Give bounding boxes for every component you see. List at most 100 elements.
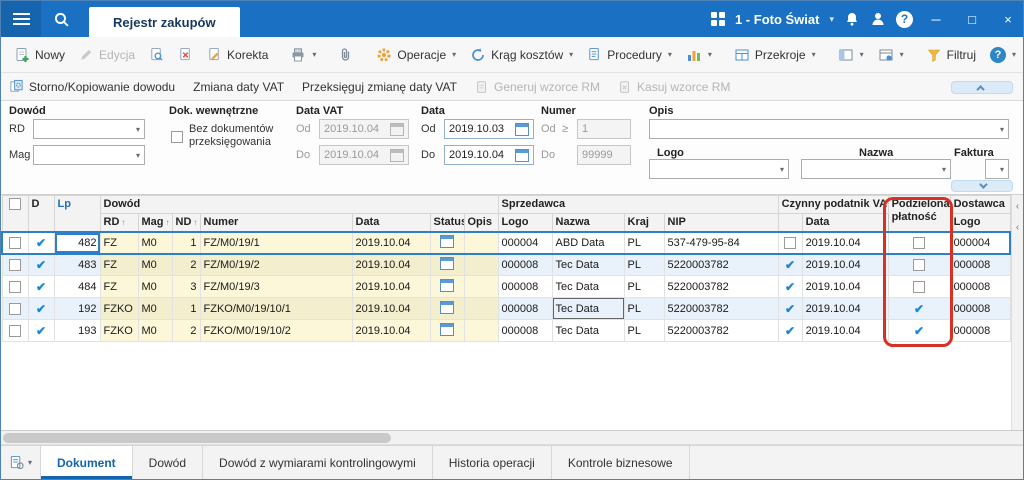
cell-dost-logo[interactable]: 000008 xyxy=(949,275,1011,298)
cell-vat[interactable]: ✔ xyxy=(777,319,803,342)
bottom-tab-dokument[interactable]: Dokument xyxy=(41,446,133,479)
cell-vat-data[interactable]: 2019.10.04 xyxy=(801,297,889,320)
bottom-tab-kontrole-biznesowe[interactable]: Kontrole biznesowe xyxy=(552,446,690,479)
group-header-dostawca[interactable]: Dostawca xyxy=(949,195,1011,214)
cell-numer[interactable]: FZKO/M0/19/10/2 xyxy=(199,319,353,342)
collapse-filters-button[interactable] xyxy=(951,180,1013,192)
cell-d[interactable]: ✔ xyxy=(27,319,55,342)
cell-data[interactable]: 2019.10.04 xyxy=(351,297,431,320)
col-header-opis[interactable]: Opis xyxy=(463,213,499,232)
data-vat-od-input[interactable]: 2019.10.04 xyxy=(319,119,409,139)
select-all-checkbox[interactable] xyxy=(9,198,21,211)
col-header-nazwa[interactable]: Nazwa xyxy=(551,213,625,232)
cell-vat-data[interactable]: 2019.10.04 xyxy=(801,319,889,342)
cell-rd[interactable]: FZ xyxy=(99,253,139,276)
charts-button[interactable]: ▾ xyxy=(679,43,719,67)
cell-opis[interactable] xyxy=(463,275,499,298)
cell-dost-logo[interactable]: 000008 xyxy=(949,319,1011,342)
cell-lp[interactable]: 484 xyxy=(53,275,101,298)
cell-opis[interactable] xyxy=(463,230,499,255)
cell-opis[interactable] xyxy=(463,297,499,320)
podzielona-checkbox[interactable] xyxy=(913,236,926,249)
col-header-rd[interactable]: RD ↑ xyxy=(99,213,139,232)
cell-status[interactable] xyxy=(429,297,465,320)
cell-nip[interactable]: 5220003782 xyxy=(663,253,779,276)
cell-data[interactable]: 2019.10.04 xyxy=(351,230,431,255)
company-selector-label[interactable]: 1 - Foto Świat xyxy=(735,12,820,27)
cell-d[interactable]: ✔ xyxy=(27,275,55,298)
scrollbar-thumb[interactable] xyxy=(3,433,391,443)
cell-kraj[interactable]: PL xyxy=(623,297,665,320)
cell-mag[interactable]: M0 xyxy=(137,297,173,320)
col-header-nd[interactable]: ND ↑ xyxy=(171,213,201,232)
cell-numer[interactable]: FZ/M0/19/3 xyxy=(199,275,353,298)
bottom-tab-historia-operacji[interactable]: Historia operacji xyxy=(433,446,552,479)
col-header-vat-data[interactable]: Data xyxy=(801,213,889,232)
table-row[interactable]: ✔ 483 FZ M0 2 FZ/M0/19/2 2019.10.04 000008 Tec D… xyxy=(1,253,1011,276)
cell-select[interactable] xyxy=(1,253,29,276)
sections-button[interactable]: Przekroje ▾ xyxy=(727,43,823,67)
cell-select[interactable] xyxy=(1,297,29,320)
correction-button[interactable]: Korekta xyxy=(200,43,275,66)
user-account-icon[interactable] xyxy=(870,11,886,27)
grid-settings-button[interactable]: ▾ xyxy=(871,43,911,67)
cell-nip[interactable]: 5220003782 xyxy=(663,275,779,298)
cell-numer[interactable]: FZ/M0/19/2 xyxy=(199,253,353,276)
cell-vat-data[interactable]: 2019.10.04 xyxy=(801,230,889,255)
cell-kraj[interactable]: PL xyxy=(623,253,665,276)
cell-nip[interactable]: 5220003782 xyxy=(663,297,779,320)
greater-equal-icon[interactable]: ≥ xyxy=(562,123,568,135)
numer-od-input[interactable]: 1 xyxy=(577,119,631,139)
col-header-lp[interactable]: Lp xyxy=(53,195,101,232)
cell-kraj[interactable]: PL xyxy=(623,275,665,298)
cell-lp[interactable]: 193 xyxy=(53,319,101,342)
cell-opis[interactable] xyxy=(463,253,499,276)
cell-logo[interactable]: 000008 xyxy=(497,275,553,298)
cell-data[interactable]: 2019.10.04 xyxy=(351,253,431,276)
cell-vat[interactable]: ✔ xyxy=(777,253,803,276)
cell-nazwa[interactable]: Tec Data xyxy=(551,253,625,276)
cell-status[interactable] xyxy=(429,275,465,298)
col-header-data[interactable]: Data xyxy=(351,213,431,232)
col-header-dost-logo[interactable]: Logo xyxy=(949,213,1011,232)
cell-nazwa[interactable]: Tec Data xyxy=(551,297,625,320)
storno-button[interactable]: Storno/Kopiowanie dowodu xyxy=(9,79,175,94)
data-do-input[interactable]: 2019.10.04 xyxy=(444,145,534,165)
new-button[interactable]: Nowy xyxy=(7,43,72,67)
cell-nd[interactable]: 1 xyxy=(171,230,201,255)
table-row[interactable]: ✔ 193 FZKO M0 2 FZKO/M0/19/10/2 2019.10.04 0000… xyxy=(1,319,1011,342)
row-checkbox[interactable] xyxy=(9,258,21,271)
row-checkbox[interactable] xyxy=(9,302,21,315)
cell-podzielona[interactable] xyxy=(887,230,951,255)
cell-rd[interactable]: FZ xyxy=(99,230,139,255)
cell-vat[interactable]: ✔ xyxy=(777,275,803,298)
col-header-numer[interactable]: Numer xyxy=(199,213,353,232)
faktura-select[interactable]: ▾ xyxy=(985,159,1009,179)
cell-dost-logo[interactable]: 000008 xyxy=(949,297,1011,320)
cell-podzielona[interactable]: ✔ xyxy=(887,297,951,320)
select-all-header[interactable] xyxy=(1,195,29,232)
vat-checkbox[interactable] xyxy=(784,236,797,249)
cell-nd[interactable]: 1 xyxy=(171,297,201,320)
col-header-mag[interactable]: Mag ↑ xyxy=(137,213,173,232)
edit-button[interactable]: Edycja xyxy=(72,43,142,66)
numer-do-input[interactable]: 99999 xyxy=(577,145,631,165)
table-row[interactable]: ✔ 192 FZKO M0 1 FZKO/M0/19/10/1 2019.10.04 0000… xyxy=(1,297,1011,320)
logo-select[interactable]: ▾ xyxy=(649,159,789,179)
cell-dost-logo[interactable]: 000004 xyxy=(949,230,1012,255)
change-vat-date-button[interactable]: Zmiana daty VAT xyxy=(193,80,284,94)
close-button[interactable]: × xyxy=(995,1,1021,37)
cell-nd[interactable]: 2 xyxy=(171,253,201,276)
cell-status[interactable] xyxy=(429,230,465,255)
hamburger-menu-button[interactable] xyxy=(1,1,41,37)
cell-lp[interactable]: 482 xyxy=(53,230,101,255)
apps-grid-icon[interactable] xyxy=(710,12,725,26)
cell-opis[interactable] xyxy=(463,319,499,342)
collapse-toolbar-button[interactable] xyxy=(951,81,1013,94)
cell-select[interactable] xyxy=(1,275,29,298)
group-header-sprzedawca[interactable]: Sprzedawca xyxy=(497,195,779,214)
opis-select[interactable]: ▾ xyxy=(649,119,1009,139)
cell-rd[interactable]: FZKO xyxy=(99,297,139,320)
calendar-icon[interactable] xyxy=(515,148,529,162)
cell-mag[interactable]: M0 xyxy=(137,319,173,342)
